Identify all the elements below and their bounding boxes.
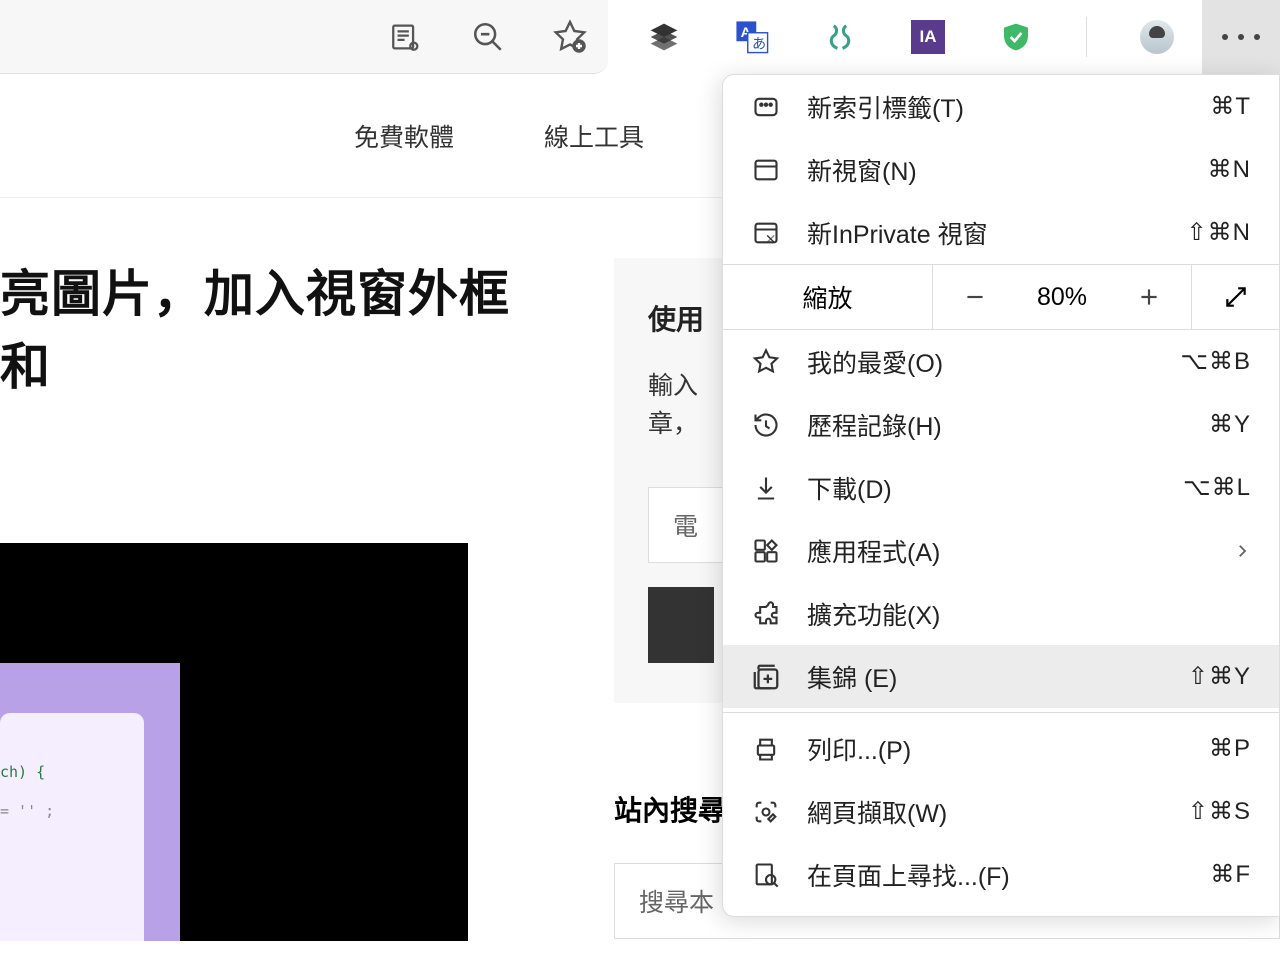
- menu-item-label: 列印...(P): [807, 731, 1183, 767]
- puzzle-icon: [751, 599, 781, 629]
- menu-item[interactable]: 擴充功能(X): [723, 582, 1279, 645]
- menu-item-shortcut: ⇧⌘Y: [1188, 662, 1251, 691]
- menu-item-shortcut: ⌘T: [1210, 92, 1251, 121]
- download-icon: [751, 473, 781, 503]
- zoom-out-icon[interactable]: [470, 19, 506, 55]
- menu-item-label: 在頁面上尋找...(F): [807, 857, 1184, 893]
- extensions-bar: Aあ IA: [608, 0, 1175, 74]
- favorite-add-icon[interactable]: [552, 19, 588, 55]
- menu-item-label: 應用程式(A): [807, 533, 1207, 569]
- menu-item[interactable]: 歷程記錄(H) ⌘Y: [723, 393, 1279, 456]
- zoom-label: 縮放: [723, 265, 933, 329]
- menu-item-shortcut: ⌥⌘L: [1183, 473, 1251, 502]
- inprivate-icon: [751, 218, 781, 248]
- ext-ribbon-icon[interactable]: [822, 19, 858, 55]
- history-icon: [751, 410, 781, 440]
- menu-item[interactable]: 應用程式(A): [723, 519, 1279, 582]
- code-line: ch) {: [0, 753, 134, 792]
- menu-item[interactable]: 列印...(P) ⌘P: [723, 717, 1279, 780]
- menu-item-label: 新索引標籤(T): [807, 89, 1184, 125]
- menu-item-shortcut: ⌥⌘B: [1180, 347, 1251, 376]
- menu-item[interactable]: 下載(D) ⌥⌘L: [723, 456, 1279, 519]
- menu-item-label: 網頁擷取(W): [807, 794, 1162, 830]
- svg-text:あ: あ: [752, 36, 766, 52]
- profile-avatar[interactable]: [1139, 19, 1175, 55]
- menu-separator: [723, 712, 1279, 713]
- apps-icon: [751, 536, 781, 566]
- menu-item-shortcut: ⇧⌘N: [1187, 218, 1251, 247]
- reader-mode-icon[interactable]: [388, 19, 424, 55]
- zoom-value: 80%: [1017, 283, 1107, 312]
- code-line: = '' ;: [0, 792, 134, 831]
- menu-item-label: 新視窗(N): [807, 152, 1182, 188]
- nav-link[interactable]: 免費軟體: [354, 118, 454, 154]
- overflow-menu: 新索引標籤(T) ⌘T 新視窗(N) ⌘N 新InPrivate 視窗 ⇧⌘N 縮放 80% 我…: [722, 74, 1280, 917]
- zoom-out-button[interactable]: [933, 265, 1017, 329]
- menu-item-shortcut: ⌘F: [1210, 860, 1251, 889]
- tab-new-icon: [751, 92, 781, 122]
- menu-item[interactable]: 新InPrivate 視窗 ⇧⌘N: [723, 201, 1279, 264]
- zoom-in-button[interactable]: [1107, 265, 1191, 329]
- zoom-controls: 縮放 80%: [723, 264, 1279, 330]
- menu-item-label: 下載(D): [807, 470, 1157, 506]
- menu-item-label: 我的最愛(O): [807, 344, 1154, 380]
- menu-item-shortcut: ⌘Y: [1209, 410, 1251, 439]
- menu-item[interactable]: 網頁擷取(W) ⇧⌘S: [723, 780, 1279, 843]
- star-icon: [751, 347, 781, 377]
- collections-icon: [751, 662, 781, 692]
- article-title: 亮圖片，加入視窗外框和: [0, 258, 530, 403]
- menu-item-shortcut: ⇧⌘S: [1188, 797, 1251, 826]
- menu-item[interactable]: 新視窗(N) ⌘N: [723, 138, 1279, 201]
- chevron-right-icon: [1233, 542, 1251, 560]
- more-menu-button[interactable]: [1202, 0, 1280, 74]
- menu-item-label: 擴充功能(X): [807, 596, 1251, 632]
- fullscreen-button[interactable]: [1191, 265, 1279, 329]
- print-icon: [751, 734, 781, 764]
- menu-item-shortcut: ⌘N: [1208, 155, 1251, 184]
- menu-item[interactable]: 集錦 (E) ⇧⌘Y: [723, 645, 1279, 708]
- browser-toolbar: [0, 0, 608, 74]
- capture-icon: [751, 797, 781, 827]
- ext-translate-icon[interactable]: Aあ: [734, 19, 770, 55]
- ext-ia-icon[interactable]: IA: [910, 19, 946, 55]
- hero-image: ch) { = '' ;: [0, 543, 468, 941]
- ext-shield-icon[interactable]: [998, 19, 1034, 55]
- menu-item-label: 歷程記錄(H): [807, 407, 1183, 443]
- nav-link[interactable]: 線上工具: [544, 118, 644, 154]
- window-icon: [751, 155, 781, 185]
- menu-item-shortcut: ⌘P: [1209, 734, 1251, 763]
- menu-item-label: 集錦 (E): [807, 659, 1162, 695]
- menu-item[interactable]: 我的最愛(O) ⌥⌘B: [723, 330, 1279, 393]
- menu-item[interactable]: 在頁面上尋找...(F) ⌘F: [723, 843, 1279, 906]
- subscribe-button[interactable]: [648, 587, 714, 663]
- find-icon: [751, 860, 781, 890]
- menu-item-label: 新InPrivate 視窗: [807, 215, 1161, 251]
- menu-item[interactable]: 新索引標籤(T) ⌘T: [723, 75, 1279, 138]
- ext-buffer-icon[interactable]: [646, 19, 682, 55]
